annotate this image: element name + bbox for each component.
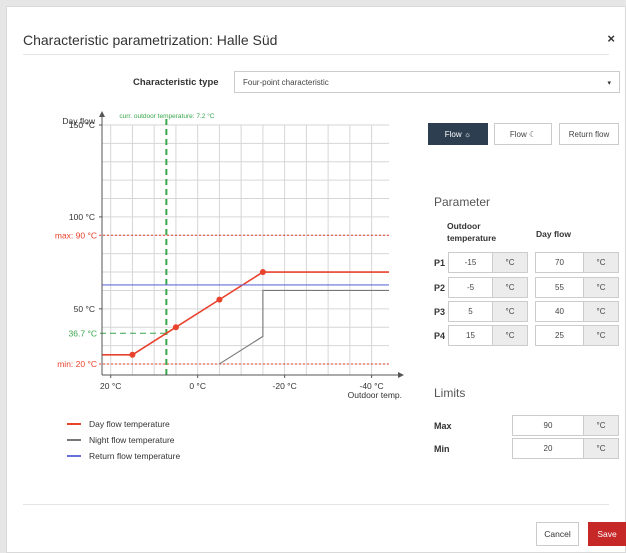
y-axis-title: Day flow bbox=[62, 116, 95, 126]
legend-day-flow: Day flow temperature bbox=[67, 419, 170, 429]
p4-flow-value: 25 bbox=[555, 331, 564, 340]
min-limit-unit: °C bbox=[583, 439, 618, 458]
p2-flow-field[interactable]: 55 °C bbox=[535, 277, 619, 298]
x-tick-label: 0 °C bbox=[189, 381, 206, 391]
x-axis-arrow bbox=[398, 372, 404, 378]
y-tick-label: 50 °C bbox=[74, 304, 95, 314]
dialog-title: Characteristic parametrization: Halle Sü… bbox=[23, 32, 278, 48]
p3-flow-value: 40 bbox=[555, 307, 564, 316]
cancel-button[interactable]: Cancel bbox=[536, 522, 579, 546]
characteristic-type-value: Four-point characteristic bbox=[243, 77, 329, 87]
p4-flow-unit: °C bbox=[583, 326, 618, 345]
p1-outdoor-value: -15 bbox=[464, 258, 477, 267]
flow-moon-button[interactable]: Flow ☾ bbox=[494, 123, 552, 145]
p3-outdoor-value: 5 bbox=[468, 307, 473, 316]
x-tick-label: 20 °C bbox=[100, 381, 121, 391]
max-limit-unit: °C bbox=[583, 416, 618, 435]
max-limit-value: 90 bbox=[543, 421, 553, 430]
max-label: Max bbox=[434, 421, 452, 431]
x-axis-title: Outdoor temp. bbox=[348, 390, 402, 400]
legend-return-flow: Return flow temperature bbox=[67, 451, 180, 461]
p3-flow-unit: °C bbox=[583, 302, 618, 321]
p2-outdoor-value: -5 bbox=[466, 283, 475, 292]
y-tick-label: 100 °C bbox=[69, 212, 95, 222]
x-tick-label: -20 °C bbox=[273, 381, 297, 391]
series-marker bbox=[216, 296, 223, 303]
row-label-p4: P4 bbox=[434, 331, 446, 341]
p4-flow-field[interactable]: 25 °C bbox=[535, 325, 619, 346]
p3-flow-field[interactable]: 40 °C bbox=[535, 301, 619, 322]
day-flow-header: Day flow bbox=[536, 229, 571, 239]
p3-outdoor-unit: °C bbox=[492, 302, 527, 321]
chart-grid bbox=[102, 124, 389, 375]
p2-outdoor-unit: °C bbox=[492, 278, 527, 297]
series-lines bbox=[102, 269, 389, 365]
max-limit-field[interactable]: 90 °C bbox=[512, 415, 619, 436]
row-label-p2: P2 bbox=[434, 283, 446, 293]
p2-flow-unit: °C bbox=[583, 278, 618, 297]
min-label: Min bbox=[434, 444, 450, 454]
legend-label-return: Return flow temperature bbox=[89, 451, 181, 461]
characteristic-dialog: Characteristic parametrization: Halle Sü… bbox=[6, 6, 626, 553]
limits-heading: Limits bbox=[434, 386, 466, 400]
current-markers bbox=[100, 119, 168, 375]
legend-swatch-day bbox=[67, 423, 81, 425]
chevron-down-icon: ▾ bbox=[607, 80, 611, 87]
p1-flow-value: 70 bbox=[555, 258, 564, 267]
legend-label-night: Night flow temperature bbox=[89, 435, 175, 445]
min-limit-label: min: 20 °C bbox=[57, 359, 97, 369]
min-limit-value: 20 bbox=[543, 444, 553, 453]
legend-swatch-return bbox=[67, 455, 81, 457]
p1-flow-unit: °C bbox=[583, 253, 618, 272]
row-label-p1: P1 bbox=[434, 258, 446, 268]
p2-outdoor-field[interactable]: -5 °C bbox=[448, 277, 528, 298]
save-button[interactable]: Save bbox=[588, 522, 626, 546]
p1-flow-field[interactable]: 70 °C bbox=[535, 252, 619, 273]
flow-sun-button[interactable]: Flow ☼ bbox=[428, 123, 488, 145]
series-marker bbox=[259, 269, 266, 276]
series-marker bbox=[172, 324, 179, 331]
p4-outdoor-field[interactable]: 15 °C bbox=[448, 325, 528, 346]
min-limit-field[interactable]: 20 °C bbox=[512, 438, 619, 459]
row-label-p3: P3 bbox=[434, 307, 446, 317]
p4-outdoor-value: 15 bbox=[466, 331, 475, 340]
series-marker bbox=[129, 351, 136, 358]
p4-outdoor-unit: °C bbox=[492, 326, 527, 345]
p2-flow-value: 55 bbox=[555, 283, 564, 292]
characteristic-type-label: Characteristic type bbox=[133, 77, 219, 88]
limit-lines bbox=[99, 234, 389, 365]
current-flow-label: 36.7 °C bbox=[69, 328, 97, 338]
max-limit-label: max: 90 °C bbox=[55, 230, 97, 240]
chart-axes bbox=[99, 111, 404, 378]
flow-characteristic-chart: max: 90 °C min: 20 °C curr. outdoor temper… bbox=[55, 111, 404, 400]
close-icon[interactable]: × bbox=[607, 31, 615, 46]
outdoor-temperature-header: Outdoor temperature bbox=[447, 221, 497, 243]
y-axis-arrow bbox=[99, 111, 105, 117]
footer-divider bbox=[23, 504, 609, 505]
characteristic-type-select[interactable]: Four-point characteristic ▾ bbox=[234, 71, 620, 93]
current-outdoor-label: curr. outdoor temperature: 7.2 °C bbox=[119, 112, 214, 120]
p3-outdoor-field[interactable]: 5 °C bbox=[448, 301, 528, 322]
header-divider bbox=[23, 54, 609, 55]
legend-night-flow: Night flow temperature bbox=[67, 435, 175, 445]
p1-outdoor-unit: °C bbox=[492, 253, 527, 272]
legend-swatch-night bbox=[67, 439, 81, 441]
parameter-heading: Parameter bbox=[434, 195, 491, 209]
p1-outdoor-field[interactable]: -15 °C bbox=[448, 252, 528, 273]
legend-label-day: Day flow temperature bbox=[89, 419, 170, 429]
return-flow-button[interactable]: Return flow bbox=[559, 123, 619, 145]
